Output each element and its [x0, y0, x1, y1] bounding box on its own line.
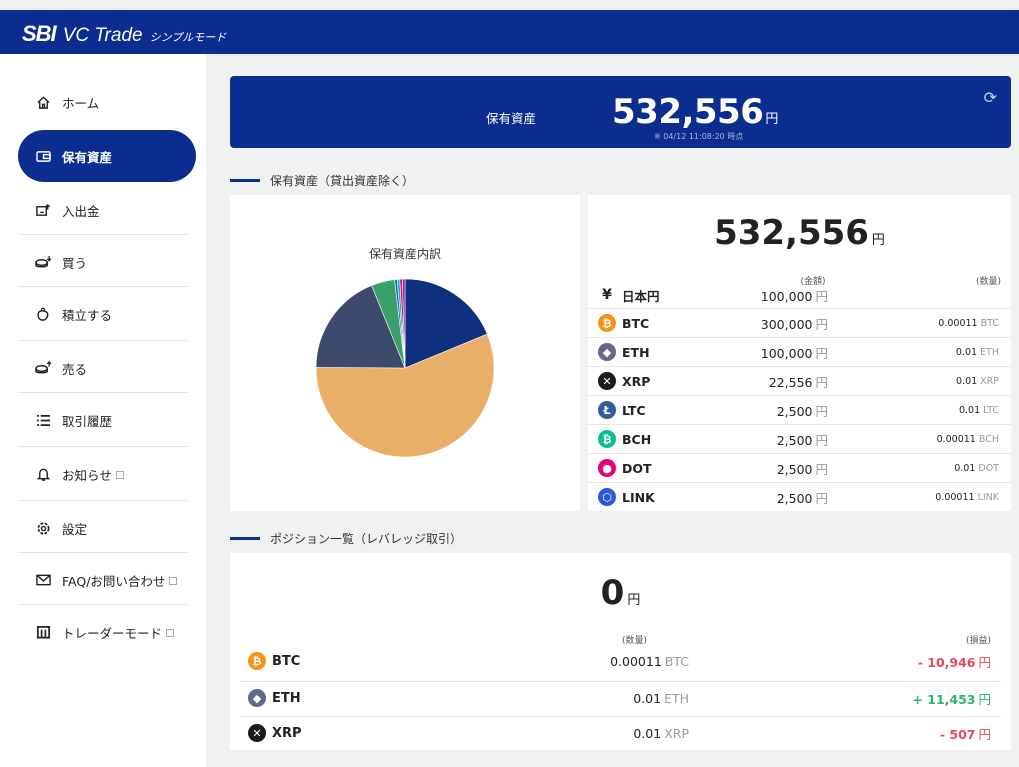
btc-icon: ₿ — [598, 314, 616, 332]
yen-icon: ¥ — [602, 287, 612, 303]
banner-timestamp: ※ 04/12 11:08:20 時点 — [654, 132, 744, 141]
app-header: SBI VC Trade シンプルモード — [0, 10, 1019, 54]
holding-row-ltc[interactable]: Ł LTC 2,500 円 0.01 LTC — [588, 396, 1011, 424]
sidebar-item-label: お知らせ — [62, 467, 112, 483]
sidebar-item-label: 積立する — [62, 307, 113, 323]
sidebar-item-label: FAQ/お問い合わせ — [62, 573, 166, 589]
sidebar: ホーム 保有資産 入出金 買う 積立する 売る 取引履歴 お知らせ 設定 FAQ… — [0, 54, 206, 767]
deposit-icon — [32, 203, 54, 218]
sidebar-item-sell[interactable]: 売る — [18, 342, 194, 394]
dot-icon: ● — [598, 459, 616, 477]
holdings-table-panel: 532,556 円 (金額) (数量) ¥ 日本円 100,000 円 ₿ BTC 30… — [588, 195, 1011, 511]
sidebar-item-label: 入出金 — [62, 203, 100, 219]
holding-row-link[interactable]: ⬡ LINK 2,500 円 0.00011 LINK — [588, 483, 1011, 511]
sidebar-item-faq[interactable]: FAQ/お問い合わせ — [18, 554, 194, 606]
buy-coins-icon — [32, 255, 54, 270]
positions-panel: 0円 (数量) (損益) ₿ BTC 0.00011 BTC - 10,946 円 ◆… — [230, 553, 1011, 750]
wallet-icon — [32, 150, 54, 163]
sidebar-item-news[interactable]: お知らせ — [18, 448, 194, 500]
sidebar-item-label: 設定 — [62, 521, 88, 537]
sidebar-item-buy[interactable]: 買う — [18, 236, 194, 288]
refresh-icon[interactable]: ⟳ — [984, 88, 997, 107]
sidebar-item-label: 売る — [62, 361, 88, 377]
btc-icon: ₿ — [248, 652, 266, 670]
piggy-bank-icon — [32, 307, 54, 322]
sidebar-item-home[interactable]: ホーム — [18, 76, 194, 128]
sidebar-item-label: 買う — [62, 255, 88, 271]
gear-icon — [32, 521, 54, 536]
sell-coins-icon — [32, 360, 54, 376]
banner-label: 保有資産 — [486, 111, 537, 126]
link-icon: ⬡ — [598, 488, 616, 506]
positions-total: 0円 — [600, 573, 641, 613]
logo[interactable]: SBI VC Trade シンプルモード — [22, 21, 226, 47]
sidebar-item-savings[interactable]: 積立する — [18, 288, 194, 340]
position-row-xrp[interactable]: ✕ XRP 0.01 XRP - 507 円 — [230, 716, 1011, 750]
holdings-total: 532,556 円 — [714, 213, 885, 253]
list-icon — [32, 414, 54, 427]
banner-value: 532,556 円 — [612, 92, 778, 132]
xrp-icon: ✕ — [598, 372, 616, 390]
holdings-section-title: 保有資産（貸出資産除く） — [230, 172, 414, 189]
holding-row-btc[interactable]: ₿ BTC 300,000 円 0.00011 BTC — [588, 309, 1011, 337]
product-name: VC Trade — [62, 25, 143, 46]
sidebar-item-label: トレーダーモード — [62, 625, 163, 641]
holding-row-jpy[interactable]: ¥ 日本円 100,000 円 — [588, 281, 1011, 309]
building-icon — [32, 625, 54, 639]
sidebar-item-label: 保有資産 — [62, 149, 113, 165]
sidebar-item-label: ホーム — [62, 95, 100, 111]
mode-label: シンプルモード — [149, 31, 227, 44]
bell-icon — [32, 467, 54, 482]
mail-icon — [32, 574, 54, 586]
external-link-icon — [115, 471, 124, 479]
external-link-icon — [169, 577, 178, 585]
holding-row-bch[interactable]: ₿ BCH 2,500 円 0.00011 BCH — [588, 425, 1011, 453]
position-row-eth[interactable]: ◆ ETH 0.01 ETH + 11,453 円 — [230, 681, 1011, 715]
holding-row-dot[interactable]: ● DOT 2,500 円 0.01 DOT — [588, 454, 1011, 482]
bch-icon: ₿ — [598, 430, 616, 448]
sidebar-item-deposit[interactable]: 入出金 — [18, 184, 194, 236]
external-link-icon — [166, 629, 175, 637]
position-row-btc[interactable]: ₿ BTC 0.00011 BTC - 10,946 円 — [230, 644, 1011, 678]
xrp-icon: ✕ — [248, 724, 266, 742]
sidebar-item-holdings[interactable]: 保有資産 — [18, 130, 196, 182]
sidebar-item-settings[interactable]: 設定 — [18, 502, 194, 554]
sidebar-item-history[interactable]: 取引履歴 — [18, 394, 194, 446]
holding-row-xrp[interactable]: ✕ XRP 22,556 円 0.01 XRP — [588, 367, 1011, 395]
holding-row-eth[interactable]: ◆ ETH 100,000 円 0.01 ETH — [588, 338, 1011, 366]
total-assets-banner: 保有資産 532,556 円 ※ 04/12 11:08:20 時点 ⟳ — [230, 76, 1011, 148]
eth-icon: ◆ — [598, 343, 616, 361]
sidebar-item-label: 取引履歴 — [62, 413, 113, 429]
home-icon — [32, 95, 54, 110]
holdings-pie-chart — [315, 278, 495, 458]
ltc-icon: Ł — [598, 401, 616, 419]
sidebar-item-trader-mode[interactable]: トレーダーモード — [18, 606, 194, 658]
holdings-chart-panel: 保有資産内訳 — [230, 195, 580, 511]
brand-logo-text: SBI — [22, 21, 57, 46]
eth-icon: ◆ — [248, 689, 266, 707]
positions-section-title: ポジション一覧（レバレッジ取引） — [230, 530, 462, 547]
